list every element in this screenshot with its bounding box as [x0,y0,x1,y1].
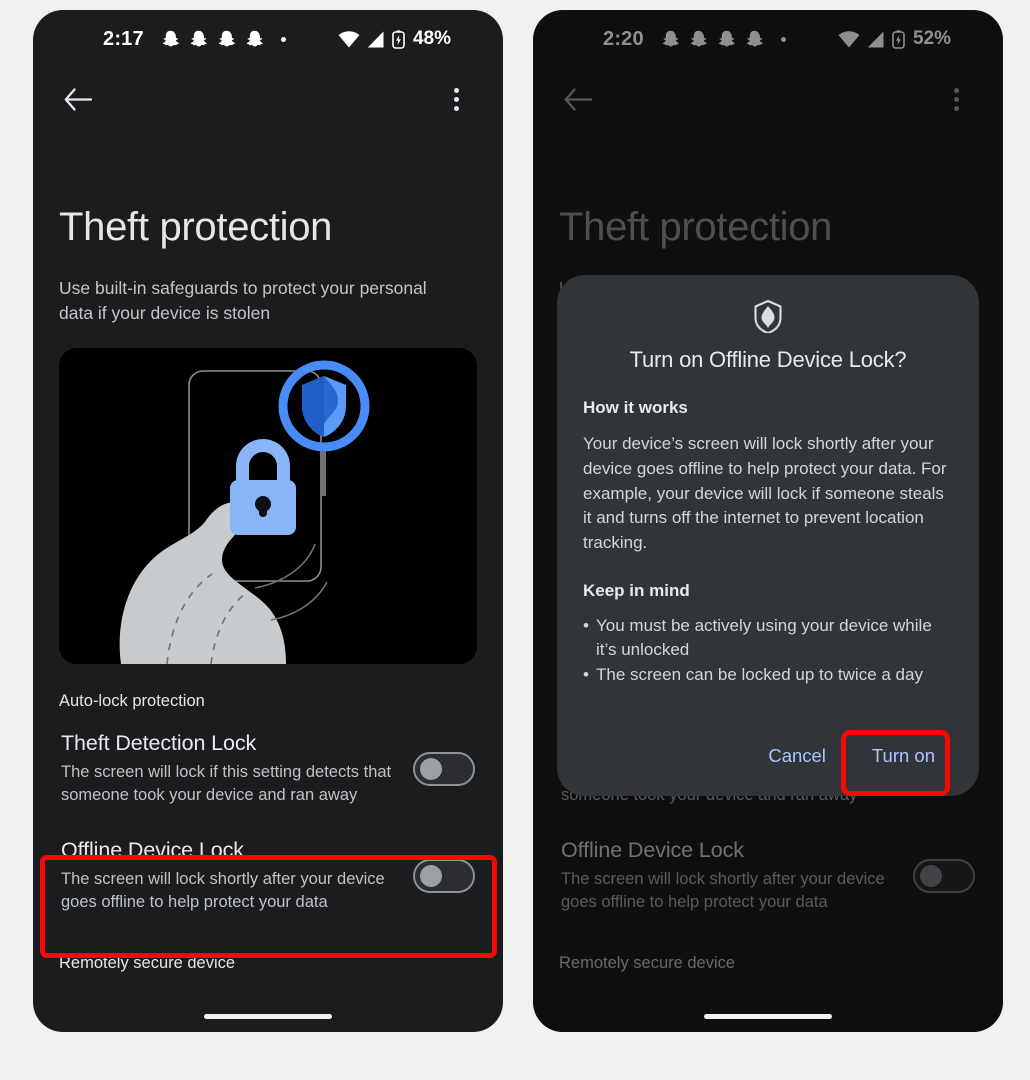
row-subtitle: The screen will lock shortly after your … [61,869,385,911]
dialog-heading-how-it-works: How it works [583,398,688,417]
shield-icon [583,299,953,333]
battery-icon [392,29,405,49]
status-bar-notification-icons [162,30,286,48]
toggle-thumb [420,864,442,887]
wifi-icon [338,30,360,47]
row-title: Theft Detection Lock [61,730,257,755]
page-title: Theft protection [59,205,333,249]
app-bar [33,68,503,130]
back-arrow-icon[interactable] [57,78,99,120]
dialog-title: Turn on Offline Device Lock? [629,347,907,372]
toggle-thumb [420,758,442,781]
confirm-dialog: Turn on Offline Device Lock? How it work… [557,275,979,796]
snapchat-ghost-icon [190,30,207,47]
row-subtitle: The screen will lock if this setting det… [61,762,392,805]
status-bar-system-icons: 48% [338,28,451,50]
battery-percentage: 48% [412,28,451,49]
turn-on-button[interactable]: Turn on [858,734,949,778]
page-subtitle: Use built-in safeguards to protect your … [59,278,427,323]
screenshot-stage: 2:17 48% Theft protection Use built-in s… [0,0,1030,1080]
cancel-button[interactable]: Cancel [754,734,840,778]
dialog-heading-keep-in-mind: Keep in mind [583,581,690,601]
snapchat-ghost-icon [218,30,235,47]
row-title: Offline Device Lock [61,837,244,862]
setting-row-theft-detection-lock[interactable]: Theft Detection Lock The screen will loc… [59,715,477,822]
setting-row-offline-device-lock[interactable]: Offline Device Lock The screen will lock… [59,822,477,929]
list-item: You must be actively using your device w… [583,614,953,662]
overflow-dot-icon [280,36,286,42]
more-options-icon[interactable] [435,78,477,120]
home-gesture-bar[interactable] [204,1014,332,1019]
cellular-signal-icon [367,31,384,47]
row-text: Offline Device Lock The screen will lock… [61,838,399,915]
row-text: Theft Detection Lock The screen will loc… [61,731,399,808]
phone-screenshot-left: 2:17 48% Theft protection Use built-in s… [33,10,503,1032]
toggle-theft-detection-lock[interactable] [413,752,475,787]
snapchat-ghost-icon [246,30,263,47]
status-bar-clock: 2:17 [103,27,144,50]
dialog-bullet-list: You must be actively using your device w… [583,614,953,688]
page-content: Theft protection Use built-in safeguards… [33,205,503,973]
dialog-body-how-it-works: Your device’s screen will lock shortly a… [583,434,947,553]
snapchat-ghost-icon [162,30,179,47]
status-bar: 2:17 48% [33,10,503,68]
toggle-offline-device-lock[interactable] [413,858,475,893]
theft-protection-illustration [59,347,477,664]
section-label-remotely-secure-device: Remotely secure device [59,954,236,973]
home-gesture-bar[interactable] [704,1014,832,1019]
list-item: The screen can be locked up to twice a d… [583,663,953,687]
dialog-actions: Cancel Turn on [754,734,949,778]
section-label-auto-lock: Auto-lock protection [59,691,205,710]
